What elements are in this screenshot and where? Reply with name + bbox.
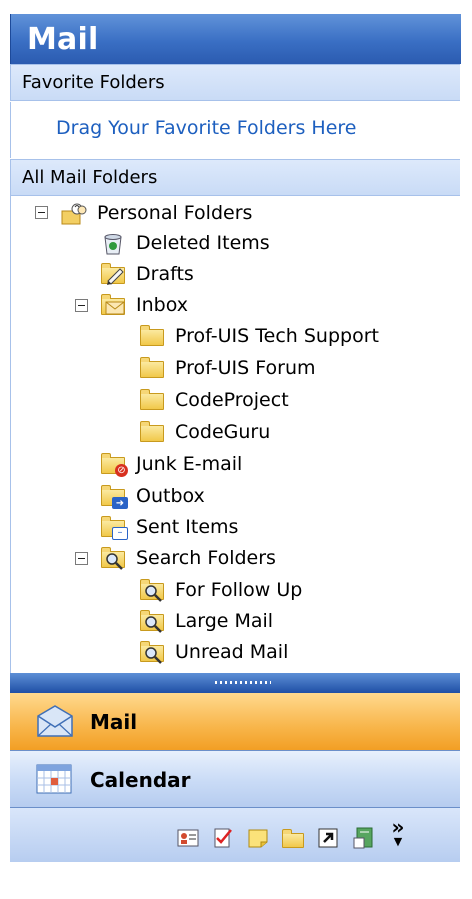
pane-splitter[interactable] <box>10 673 460 693</box>
deleted-items-icon <box>100 232 126 255</box>
tree-item-label: Outbox <box>136 485 205 507</box>
inbox-icon <box>100 294 126 316</box>
tree-item-codeproject[interactable]: CodeProject <box>139 385 289 415</box>
nav-label-mail: Mail <box>90 710 138 734</box>
tree-item-sent-items[interactable]: – Sent Items <box>100 512 238 542</box>
tree-item-label: Drafts <box>136 263 194 285</box>
nav-button-calendar[interactable]: Calendar <box>10 751 460 808</box>
tree-item-personal-folders[interactable]: Personal Folders <box>61 198 252 228</box>
tasks-icon[interactable] <box>212 827 234 849</box>
navigation-pane: Mail Favorite Folders Drag Your Favorite… <box>0 0 472 899</box>
tree-item-label: CodeGuru <box>175 421 271 443</box>
folder-icon <box>139 325 165 347</box>
tree-item-drafts[interactable]: Drafts <box>100 259 194 289</box>
tree-item-label: Inbox <box>136 294 188 316</box>
configure-buttons-icon[interactable]: » ▼ <box>390 817 406 854</box>
search-folder-icon <box>139 610 165 633</box>
tree-item-label: Personal Folders <box>97 202 253 224</box>
splitter-grip-icon[interactable] <box>215 681 271 684</box>
tree-item-label: Prof-UIS Tech Support <box>175 325 379 347</box>
folder-icon <box>139 389 165 411</box>
tree-item-prof-uis-tech-support[interactable]: Prof-UIS Tech Support <box>139 321 379 351</box>
tree-item-label: Deleted Items <box>136 232 270 254</box>
tree-item-inbox[interactable]: Inbox <box>100 290 188 320</box>
folder-icon <box>139 357 165 379</box>
sent-items-icon: – <box>100 516 128 540</box>
search-folder-icon <box>139 641 165 664</box>
drafts-icon <box>100 263 126 285</box>
collapse-personal-folders[interactable] <box>35 206 48 219</box>
junk-email-icon: ⊘ <box>100 453 128 477</box>
tree-item-label: Prof-UIS Forum <box>175 357 316 379</box>
contacts-icon[interactable] <box>177 827 199 849</box>
collapse-inbox[interactable] <box>75 299 88 312</box>
search-folders-icon <box>100 547 126 570</box>
favorite-folders-drop-area[interactable]: Drag Your Favorite Folders Here <box>10 102 460 158</box>
journal-icon[interactable] <box>352 827 374 849</box>
folder-tree: Personal Folders Deleted Items Drafts In… <box>10 196 460 673</box>
mail-icon <box>36 704 74 742</box>
favorite-folders-hint: Drag Your Favorite Folders Here <box>56 117 357 139</box>
calendar-icon <box>36 764 72 798</box>
tree-item-label: Junk E-mail <box>136 453 243 475</box>
tree-item-prof-uis-forum[interactable]: Prof-UIS Forum <box>139 353 316 383</box>
tree-item-label: Search Folders <box>136 547 276 569</box>
folder-list-icon[interactable] <box>282 827 304 849</box>
tree-item-label: Large Mail <box>175 610 274 632</box>
nav-label-calendar: Calendar <box>90 768 191 792</box>
tree-item-label: Sent Items <box>136 516 239 538</box>
collapse-search-folders[interactable] <box>75 552 88 565</box>
tree-item-label: Unread Mail <box>175 641 289 663</box>
favorite-folders-label: Favorite Folders <box>22 72 165 93</box>
personal-folders-icon <box>61 202 87 225</box>
favorite-folders-header[interactable]: Favorite Folders <box>10 64 460 101</box>
outbox-icon: ➜ <box>100 485 128 509</box>
tree-item-label: For Follow Up <box>175 579 303 601</box>
tree-item-junk-email[interactable]: ⊘ Junk E-mail <box>100 449 242 479</box>
notes-icon[interactable] <box>247 827 269 849</box>
pane-header: Mail <box>10 14 461 64</box>
tree-item-for-follow-up[interactable]: For Follow Up <box>139 575 302 605</box>
search-folder-icon <box>139 579 165 602</box>
tree-item-large-mail[interactable]: Large Mail <box>139 606 273 636</box>
bottom-toolbar: » ▼ <box>10 808 460 862</box>
tree-item-label: CodeProject <box>175 389 289 411</box>
tree-item-codeguru[interactable]: CodeGuru <box>139 417 270 447</box>
shortcuts-icon[interactable] <box>317 827 339 849</box>
tree-item-deleted-items[interactable]: Deleted Items <box>100 228 270 258</box>
all-mail-folders-label: All Mail Folders <box>22 167 158 188</box>
all-mail-folders-header[interactable]: All Mail Folders <box>10 159 460 196</box>
tree-item-search-folders[interactable]: Search Folders <box>100 543 276 573</box>
tree-item-unread-mail[interactable]: Unread Mail <box>139 637 288 667</box>
pane-title: Mail <box>27 22 99 57</box>
folder-icon <box>139 421 165 443</box>
nav-button-mail[interactable]: Mail <box>10 693 460 751</box>
tree-item-outbox[interactable]: ➜ Outbox <box>100 481 205 511</box>
